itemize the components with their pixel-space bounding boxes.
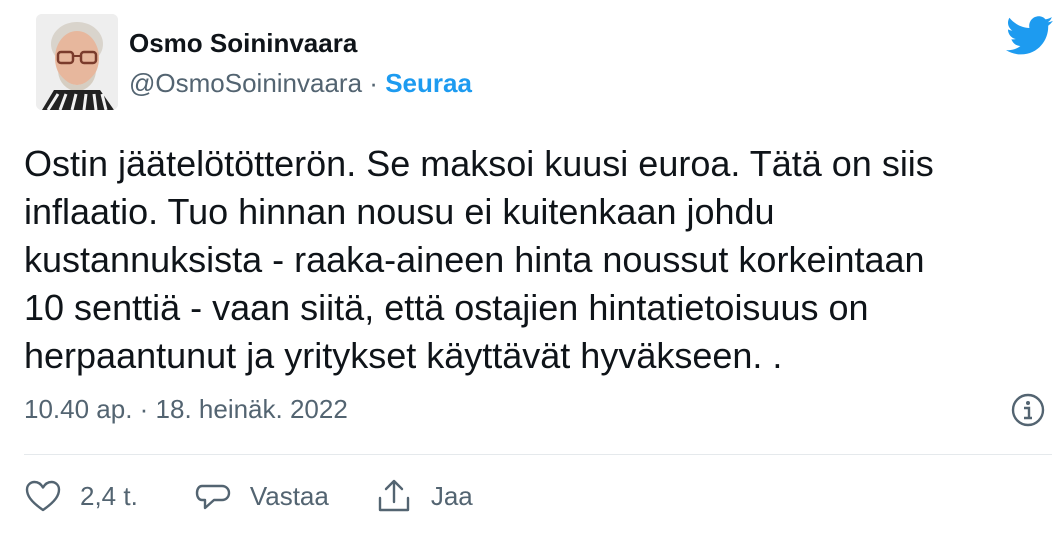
tweet-line: kustannuksista - raaka-aineen hinta nous… — [24, 239, 925, 280]
reply-button[interactable]: Vastaa — [194, 478, 329, 514]
reply-icon — [194, 478, 232, 514]
tweet-line: 10 senttiä - vaan siitä, että ostajien h… — [24, 287, 869, 328]
share-label: Jaa — [430, 480, 473, 511]
twitter-bird-icon[interactable] — [1006, 16, 1054, 56]
avatar[interactable] — [36, 14, 118, 110]
tweet-actions: 2,4 t. Vastaa Jaa — [24, 474, 473, 518]
tweet-line: Ostin jäätelötötterön. Se maksoi kuusi e… — [24, 143, 934, 184]
follow-button[interactable]: Seuraa — [385, 68, 472, 98]
author-name[interactable]: Osmo Soininvaara — [129, 28, 357, 59]
heart-icon — [24, 478, 62, 514]
tweet-text: Ostin jäätelötötterön. Se maksoi kuusi e… — [24, 140, 1034, 380]
tweet-line: inflaatio. Tuo hinnan nousu ei kuitenkaa… — [24, 191, 775, 232]
avatar-image — [36, 14, 118, 110]
share-button[interactable]: Jaa — [375, 478, 473, 514]
divider — [24, 454, 1052, 455]
share-icon — [375, 478, 413, 514]
info-icon[interactable] — [1010, 392, 1046, 428]
like-button[interactable]: 2,4 t. — [24, 478, 138, 514]
tweet-line: herpaantunut ja yritykset käyttävät hyvä… — [24, 335, 783, 376]
reply-label: Vastaa — [249, 480, 329, 511]
author-handle[interactable]: @OsmoSoininvaara — [129, 68, 362, 98]
separator-dot: · — [369, 68, 378, 98]
handle-row: @OsmoSoininvaara · Seuraa — [129, 68, 472, 99]
like-count: 2,4 t. — [80, 480, 138, 511]
tweet-timestamp[interactable]: 10.40 ap. · 18. heinäk. 2022 — [24, 394, 348, 425]
